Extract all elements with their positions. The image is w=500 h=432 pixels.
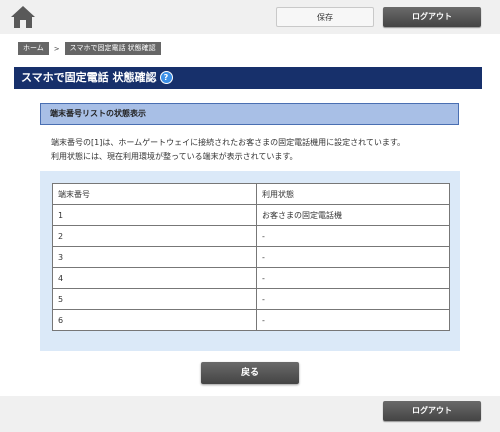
usage-status-cell: - — [256, 246, 450, 268]
table-panel: 端末番号 利用状態 1 お客さまの固定電話機 2 - 3 - 4 - 5 - 6… — [40, 171, 460, 351]
usage-status-cell: - — [256, 267, 450, 289]
terminal-number-cell: 1 — [52, 204, 257, 226]
usage-status-cell: - — [256, 309, 450, 331]
back-button[interactable]: 戻る — [201, 362, 299, 384]
help-icon[interactable]: ? — [159, 70, 173, 84]
bottom-bar: ログアウト — [0, 396, 500, 432]
table-row: 2 - — [52, 225, 450, 247]
breadcrumb-home[interactable]: ホーム — [18, 42, 49, 55]
description-line-1: 端末番号の[1]は、ホームゲートウェイに接続されたお客さまの固定電話機用に設定さ… — [51, 138, 406, 147]
breadcrumb-current: スマホで固定電話 状態確認 — [64, 42, 161, 55]
table-row: 4 - — [52, 267, 450, 289]
header-usage-status: 利用状態 — [256, 183, 450, 205]
usage-status-cell: - — [256, 288, 450, 310]
description: 端末番号の[1]は、ホームゲートウェイに接続されたお客さまの固定電話機用に設定さ… — [51, 136, 405, 164]
usage-status-cell: - — [256, 225, 450, 247]
terminal-number-cell: 2 — [52, 225, 257, 247]
home-button[interactable] — [10, 5, 36, 29]
table-header-row: 端末番号 利用状態 — [52, 183, 450, 205]
breadcrumb: ホーム > スマホで固定電話 状態確認 — [18, 42, 161, 55]
table-row: 3 - — [52, 246, 450, 268]
page-title-bar: スマホで固定電話 状態確認? — [14, 67, 482, 89]
terminal-number-cell: 5 — [52, 288, 257, 310]
breadcrumb-separator: > — [53, 44, 60, 53]
page-title: スマホで固定電話 状態確認 — [21, 71, 157, 84]
save-button[interactable]: 保存 — [276, 7, 374, 27]
usage-status-cell: お客さまの固定電話機 — [256, 204, 450, 226]
table-row: 5 - — [52, 288, 450, 310]
terminal-number-cell: 3 — [52, 246, 257, 268]
terminal-number-cell: 6 — [52, 309, 257, 331]
terminal-number-cell: 4 — [52, 267, 257, 289]
top-bar: 保存 ログアウト — [0, 0, 500, 34]
logout-button[interactable]: ログアウト — [383, 7, 481, 27]
home-icon — [11, 6, 35, 28]
header-terminal-number: 端末番号 — [52, 183, 257, 205]
table-row: 6 - — [52, 309, 450, 331]
logout-button-bottom[interactable]: ログアウト — [383, 401, 481, 421]
description-line-2: 利用状態には、現在利用環境が整っている端末が表示されています。 — [51, 152, 298, 161]
section-title: 端末番号リストの状態表示 — [40, 103, 459, 125]
table-row: 1 お客さまの固定電話機 — [52, 204, 450, 226]
terminal-status-table: 端末番号 利用状態 1 お客さまの固定電話機 2 - 3 - 4 - 5 - 6… — [52, 183, 450, 331]
